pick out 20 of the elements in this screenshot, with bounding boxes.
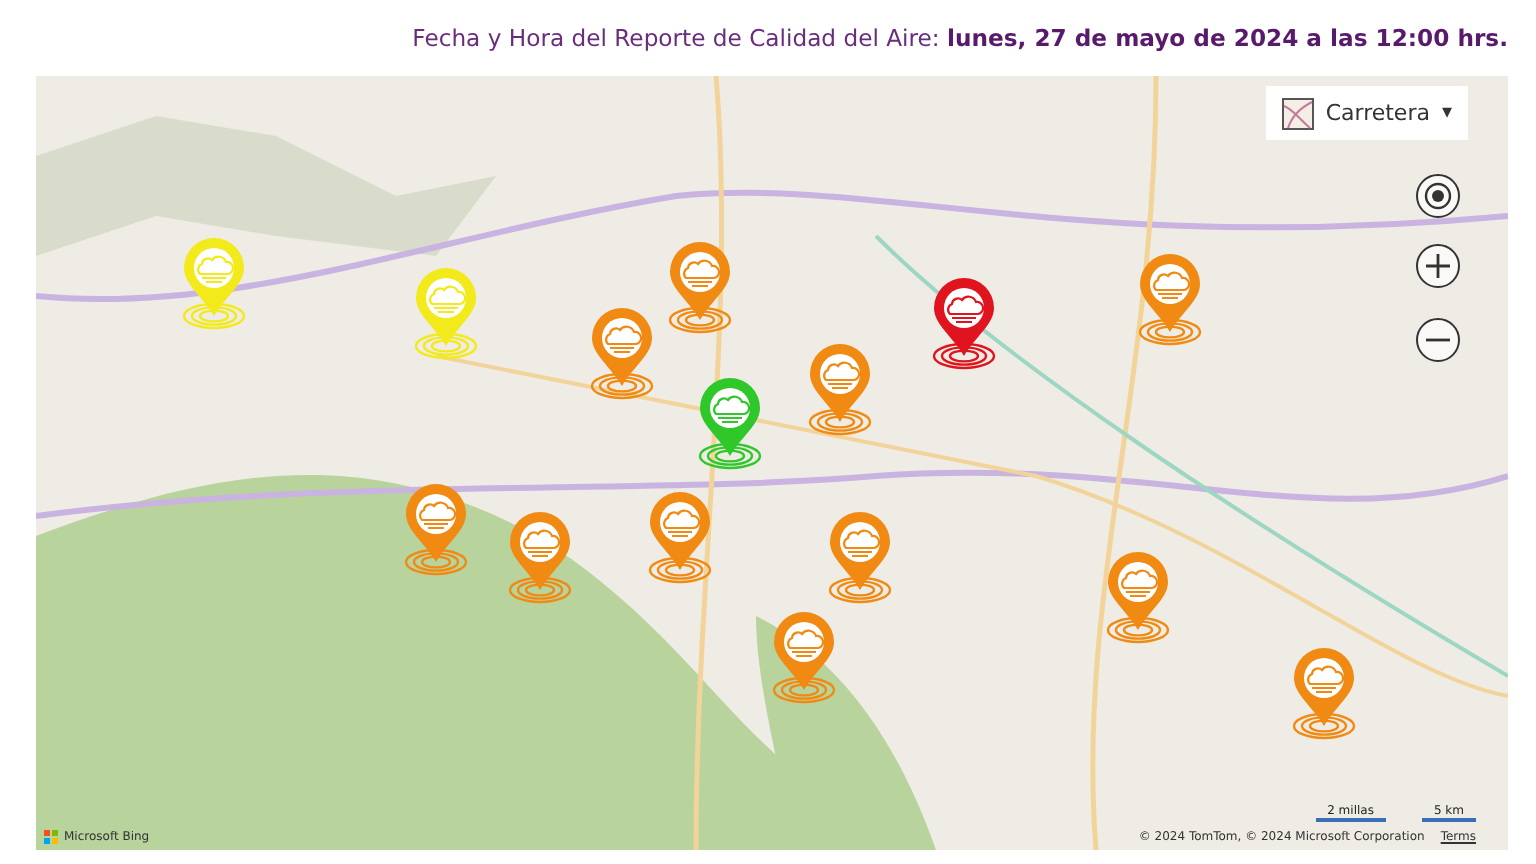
plus-icon bbox=[1426, 254, 1450, 278]
road-map-icon bbox=[1281, 97, 1314, 129]
map-pin[interactable] bbox=[588, 306, 656, 402]
map-pin[interactable] bbox=[506, 510, 574, 606]
map-pin[interactable] bbox=[770, 610, 838, 706]
map-pin[interactable] bbox=[930, 276, 998, 372]
target-icon bbox=[1424, 182, 1452, 210]
minus-icon bbox=[1426, 338, 1450, 342]
map-pin[interactable] bbox=[1136, 252, 1204, 348]
map-pin[interactable] bbox=[1104, 550, 1172, 646]
map-pin[interactable] bbox=[666, 240, 734, 336]
map-pin[interactable] bbox=[646, 490, 714, 586]
map-pin[interactable] bbox=[1290, 646, 1358, 742]
report-datetime: Fecha y Hora del Reporte de Calidad del Aire: lunes, 27 de mayo de 2024 a las 12:00 hrs. bbox=[412, 24, 1508, 52]
map-pin[interactable] bbox=[402, 482, 470, 578]
logo-icon bbox=[44, 830, 58, 844]
map-style-dropdown[interactable]: Carretera ▾ bbox=[1265, 86, 1468, 140]
map-pin[interactable] bbox=[696, 376, 764, 472]
map-pin[interactable] bbox=[826, 510, 894, 606]
map-pin[interactable] bbox=[806, 342, 874, 438]
